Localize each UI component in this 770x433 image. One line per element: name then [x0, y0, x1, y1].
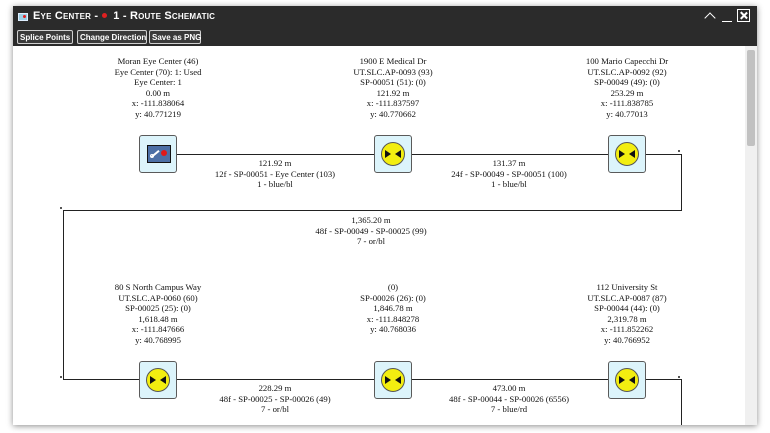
- node-label: 80 S North Campus Way UT.SLC.AP-0060 (60)…: [114, 282, 202, 345]
- node-label: 112 University St UT.SLC.AP-0087 (87) SP-0…: [587, 282, 667, 345]
- schematic-canvas: Moran Eye Center (46) Eye Center (70): 1:…: [13, 46, 745, 425]
- close-icon[interactable]: [737, 9, 750, 22]
- vertex-marker: [60, 376, 62, 378]
- route-line-right-down: [681, 379, 682, 425]
- splice-node[interactable]: [608, 361, 646, 399]
- app-icon: [18, 13, 28, 21]
- red-dot-icon: [102, 13, 108, 19]
- change-direction-button[interactable]: Change Direction: [77, 30, 147, 44]
- route-schematic-window: Eye Center - 1 - Route Schematic Splice P…: [13, 6, 757, 425]
- vertical-scrollbar[interactable]: [745, 46, 757, 425]
- node-label: 1900 E Medical Dr UT.SLC.AP-0093 (93) SP-0…: [353, 56, 433, 119]
- splice-point-icon: [146, 368, 170, 392]
- route-line-row2-right: [646, 379, 681, 380]
- splice-point-icon: [381, 368, 405, 392]
- splice-points-button[interactable]: Splice Points: [17, 30, 73, 44]
- segment-label: 228.29 m 48f - SP-00025 - SP-00026 (49) 7 …: [219, 383, 331, 414]
- title-prefix: Eye Center -: [33, 10, 99, 22]
- vertex-marker: [60, 207, 62, 209]
- segment-label: 473.00 m 48f - SP-00044 - SP-00026 (6556)…: [449, 383, 569, 414]
- segment-label: 1,365.20 m 48f - SP-00049 - SP-00025 (99)…: [315, 215, 427, 246]
- node-label: 100 Mario Capecchi Dr UT.SLC.AP-0092 (92)…: [585, 56, 669, 119]
- node-label: Moran Eye Center (46) Eye Center (70): 1:…: [114, 56, 202, 119]
- route-line-right-stub: [646, 154, 681, 155]
- window-title: Eye Center - 1 - Route Schematic: [33, 10, 215, 22]
- splice-node[interactable]: [374, 361, 412, 399]
- splice-point-icon: [615, 368, 639, 392]
- splice-point-icon: [381, 142, 405, 166]
- equipment-icon: [147, 145, 171, 163]
- segment-label: 131.37 m 24f - SP-00049 - SP-00051 (100) 1…: [451, 158, 567, 189]
- route-line-right-vertical: [681, 154, 682, 211]
- equipment-node[interactable]: [139, 135, 177, 173]
- title-main: 1 - Route Schematic: [113, 10, 216, 22]
- route-line-left-vertical: [63, 210, 64, 380]
- toolbar: Splice Points Change Direction Save as P…: [13, 28, 757, 46]
- splice-node[interactable]: [139, 361, 177, 399]
- collapse-icon[interactable]: [703, 9, 717, 24]
- node-label: (0) SP-00026 (26): (0) 1,846.78 m x: -111.8…: [360, 282, 426, 334]
- vertex-marker: [678, 150, 680, 152]
- title-bar: Eye Center - 1 - Route Schematic: [13, 6, 757, 28]
- splice-node[interactable]: [608, 135, 646, 173]
- segment-label: 121.92 m 12f - SP-00051 - Eye Center (103…: [214, 158, 336, 189]
- minimize-icon[interactable]: [721, 9, 733, 24]
- splice-node[interactable]: [374, 135, 412, 173]
- vertex-marker: [678, 376, 680, 378]
- scrollbar-thumb[interactable]: [747, 50, 755, 146]
- splice-point-icon: [615, 142, 639, 166]
- save-as-png-button[interactable]: Save as PNG: [149, 30, 201, 44]
- route-line-middle: [63, 210, 682, 211]
